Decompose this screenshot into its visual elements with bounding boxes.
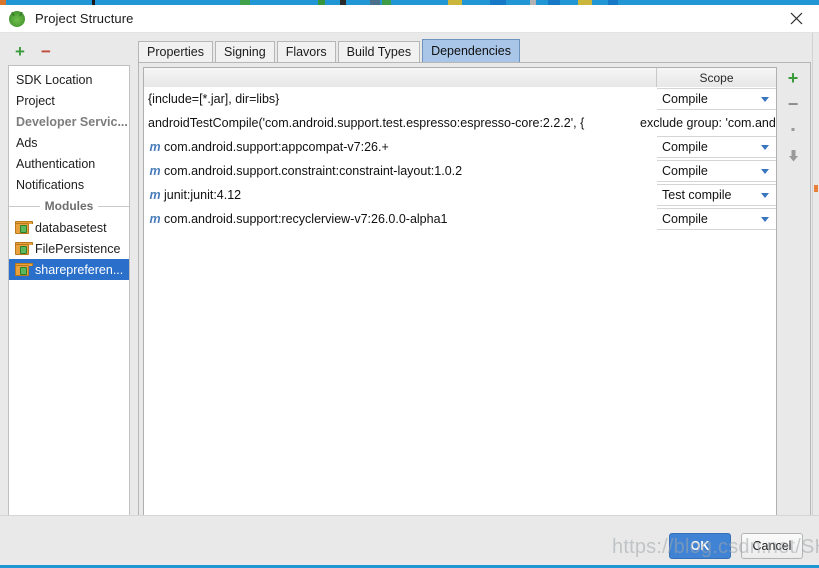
sidebar-item-ads[interactable]: Ads (9, 133, 129, 154)
chevron-down-icon (761, 97, 769, 102)
chevron-down-icon (761, 169, 769, 174)
modules-section-separator: Modules (9, 196, 129, 217)
project-structure-dialog: Project Structure + − SDK Location Proje… (0, 0, 819, 568)
dependency-label: {include=[*.jar], dir=libs} (148, 92, 280, 106)
scope-value: Compile (662, 212, 708, 226)
scope-dropdown[interactable]: Test compile (657, 184, 776, 206)
modules-section-label: Modules (44, 199, 94, 213)
android-module-icon (15, 263, 33, 276)
table-row[interactable]: m junit:junit:4.12 Test compile (144, 183, 776, 207)
scope-value: Compile (662, 140, 708, 154)
sidebar-item-authentication[interactable]: Authentication (9, 154, 129, 175)
tab-bar: Properties Signing Flavors Build Types D… (138, 39, 522, 63)
separator-line-left (9, 206, 40, 207)
table-header-row: Scope (144, 68, 776, 87)
scope-value: Compile (662, 92, 708, 106)
dependency-name: {include=[*.jar], dir=libs} (144, 87, 657, 111)
maven-artifact-icon: m (149, 212, 161, 226)
dependency-label: androidTestCompile('com.android.support.… (148, 116, 585, 130)
sidebar-group-developer-services[interactable]: Developer Servic... (9, 112, 129, 133)
table-row[interactable]: androidTestCompile('com.android.support.… (144, 111, 776, 135)
dependency-name: m com.android.support.constraint:constra… (144, 159, 657, 183)
maven-artifact-icon: m (149, 140, 161, 154)
sidebar-item-project[interactable]: Project (9, 91, 129, 112)
maven-artifact-icon: m (149, 188, 161, 202)
sidebar-list: SDK Location Project Developer Servic...… (9, 66, 129, 280)
dependency-label: com.android.support.constraint:constrain… (164, 164, 463, 178)
module-toolbar: + − (8, 40, 130, 63)
android-module-icon (15, 242, 33, 255)
sidebar-item-sdk-location[interactable]: SDK Location (9, 70, 129, 91)
sidebar-panel: SDK Location Project Developer Servic...… (8, 65, 130, 527)
ok-button[interactable]: OK (669, 533, 731, 559)
tab-dependencies[interactable]: Dependencies (422, 39, 520, 63)
dialog-footer: OK Cancel (0, 515, 819, 565)
sidebar-module-databasetest[interactable]: databasetest (9, 217, 129, 238)
separator-line-right (98, 206, 129, 207)
scope-value: Test compile (662, 188, 732, 202)
table-row[interactable]: m com.android.support:appcompat-v7:26.+ … (144, 135, 776, 159)
remove-dependency-button[interactable]: − (780, 91, 806, 117)
module-label: databasetest (35, 220, 107, 235)
add-dependency-button[interactable]: + (780, 65, 806, 91)
android-module-icon (15, 221, 33, 234)
sidebar-item-notifications[interactable]: Notifications (9, 175, 129, 196)
dependency-label: com.android.support:recyclerview-v7:26.0… (164, 212, 448, 226)
scope-value: Compile (662, 164, 708, 178)
table-row[interactable]: m com.android.support.constraint:constra… (144, 159, 776, 183)
dependency-name: m com.android.support:recyclerview-v7:26… (144, 207, 657, 231)
module-label: sharepreferen... (35, 262, 124, 277)
scope-dropdown[interactable]: Compile (657, 208, 776, 230)
move-down-icon[interactable] (780, 143, 806, 169)
move-up-icon[interactable] (780, 117, 806, 143)
add-module-button[interactable]: + (8, 41, 32, 63)
chevron-down-icon (761, 193, 769, 198)
tab-flavors[interactable]: Flavors (276, 41, 336, 63)
scope-dropdown[interactable]: Compile (657, 160, 776, 182)
tab-build-types[interactable]: Build Types (337, 41, 421, 63)
chevron-down-icon (761, 217, 769, 222)
dependency-name: m junit:junit:4.12 (144, 183, 657, 207)
sidebar-module-filepersistence[interactable]: FilePersistence (9, 238, 129, 259)
sidebar-module-sharepreferen[interactable]: sharepreferen... (9, 259, 129, 280)
scope-dropdown[interactable]: Compile (657, 136, 776, 158)
dependency-label: junit:junit:4.12 (164, 188, 242, 202)
scope-dropdown[interactable]: Compile (657, 88, 776, 110)
tab-signing[interactable]: Signing (214, 41, 275, 63)
remove-module-button[interactable]: − (34, 41, 58, 63)
close-icon[interactable] (773, 5, 819, 32)
column-header-scope[interactable]: Scope (657, 68, 776, 87)
title-bar: Project Structure (0, 5, 819, 32)
dependency-name: m com.android.support:appcompat-v7:26.+ (144, 135, 657, 159)
cancel-button[interactable]: Cancel (741, 533, 803, 559)
column-header-name[interactable] (144, 68, 657, 87)
dialog-body: + − SDK Location Project Developer Servi… (0, 33, 819, 527)
dependencies-table: Scope {include=[*.jar], dir=libs} Compil… (143, 67, 777, 523)
error-stripe-mark[interactable] (814, 185, 818, 192)
android-studio-icon (9, 10, 25, 27)
dependencies-panel: Scope {include=[*.jar], dir=libs} Compil… (138, 62, 811, 526)
tab-properties[interactable]: Properties (138, 41, 213, 63)
window-title: Project Structure (35, 11, 134, 26)
error-stripe-gutter[interactable] (812, 33, 819, 515)
dependency-label: com.android.support:appcompat-v7:26.+ (164, 140, 389, 154)
dependency-actions: + − (780, 65, 808, 523)
module-label: FilePersistence (35, 241, 121, 256)
chevron-down-icon (761, 145, 769, 150)
dependency-exclude-text: exclude group: 'com.android.su (640, 116, 776, 130)
maven-artifact-icon: m (149, 164, 161, 178)
table-row[interactable]: {include=[*.jar], dir=libs} Compile (144, 87, 776, 111)
table-row[interactable]: m com.android.support:recyclerview-v7:26… (144, 207, 776, 231)
